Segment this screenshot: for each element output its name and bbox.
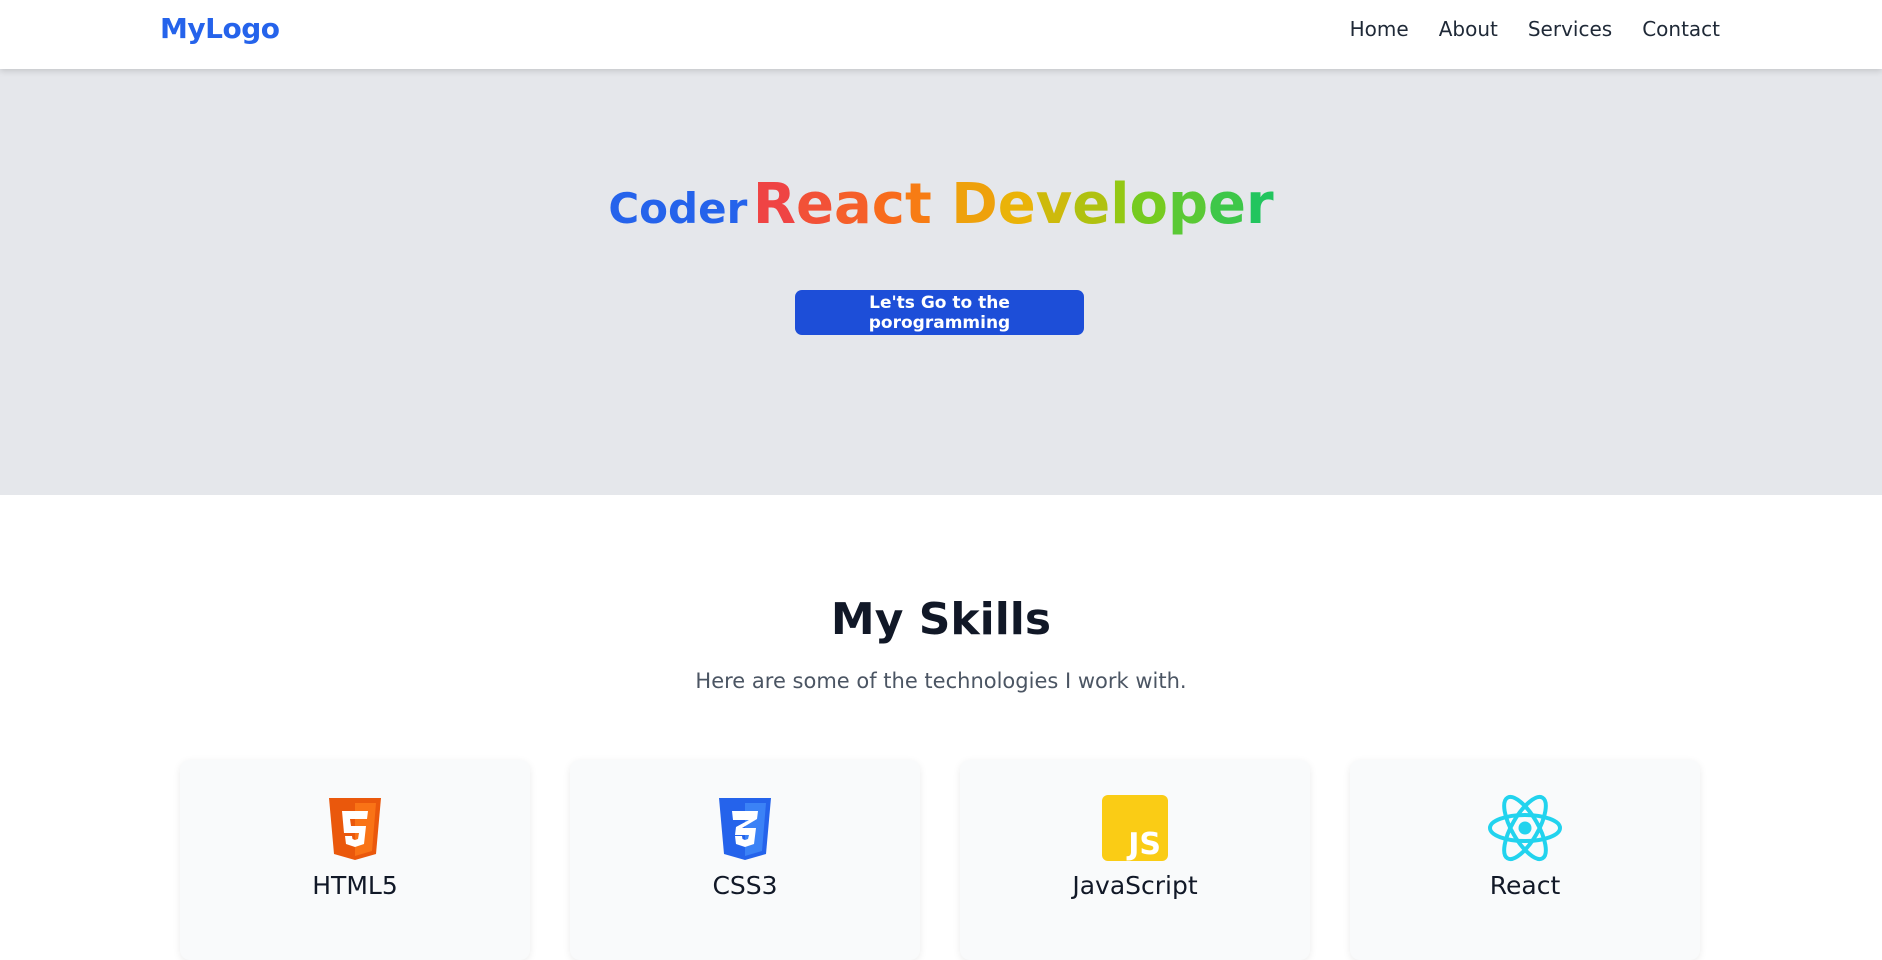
nav-links: Home About Services Contact xyxy=(1350,17,1720,41)
nav-link-services[interactable]: Services xyxy=(1528,17,1612,41)
skill-name: HTML5 xyxy=(312,871,398,900)
hero-role-char xyxy=(932,172,952,237)
css3-icon xyxy=(711,794,779,862)
hero-role-char: a xyxy=(834,172,872,237)
nav-link-about[interactable]: About xyxy=(1439,17,1498,41)
skill-name: CSS3 xyxy=(712,871,778,900)
javascript-icon: JS xyxy=(1101,794,1169,862)
hero-title: Coder React Developer xyxy=(0,172,1882,237)
hero-role: React Developer xyxy=(753,172,1274,237)
hero-role-char: t xyxy=(905,172,932,237)
hero-role-char: o xyxy=(1129,172,1168,237)
hero-role-char: e xyxy=(997,172,1036,237)
hero-role-char: R xyxy=(752,172,797,237)
hero-role-char: r xyxy=(1246,172,1274,237)
skills-title: My Skills xyxy=(830,594,1052,645)
hero-role-char: l xyxy=(1110,172,1130,237)
skill-name: React xyxy=(1489,871,1561,900)
skill-card-html5: HTML5 xyxy=(180,760,530,960)
hero-role-char: c xyxy=(871,172,905,237)
html5-icon xyxy=(321,794,389,862)
hero-role-char: D xyxy=(951,172,998,237)
logo[interactable]: MyLogo xyxy=(160,12,280,45)
nav-link-home[interactable]: Home xyxy=(1350,17,1409,41)
hero-role-char: e xyxy=(1072,172,1111,237)
skill-card-javascript: JS JavaScript xyxy=(960,760,1310,960)
skill-name: JavaScript xyxy=(1072,871,1198,900)
skill-card-react: React xyxy=(1350,760,1700,960)
hero-role-char: e xyxy=(1208,172,1247,237)
skill-card-css3: CSS3 xyxy=(570,760,920,960)
skills-section: My Skills Here are some of the technolog… xyxy=(0,495,1882,960)
navbar: MyLogo Home About Services Contact xyxy=(0,0,1882,69)
hero-role-char: v xyxy=(1035,172,1073,237)
skills-subtitle: Here are some of the technologies I work… xyxy=(695,669,1187,693)
react-icon xyxy=(1487,794,1563,862)
hero-prefix: Coder xyxy=(608,184,748,233)
hero-role-char: e xyxy=(796,172,834,237)
cta-button[interactable]: Le'ts Go to the porogramming xyxy=(795,290,1084,335)
nav-link-contact[interactable]: Contact xyxy=(1642,17,1720,41)
hero-section: Coder React Developer Le'ts Go to the po… xyxy=(0,69,1882,495)
svg-text:JS: JS xyxy=(1126,827,1161,862)
hero-role-char: p xyxy=(1167,172,1209,237)
